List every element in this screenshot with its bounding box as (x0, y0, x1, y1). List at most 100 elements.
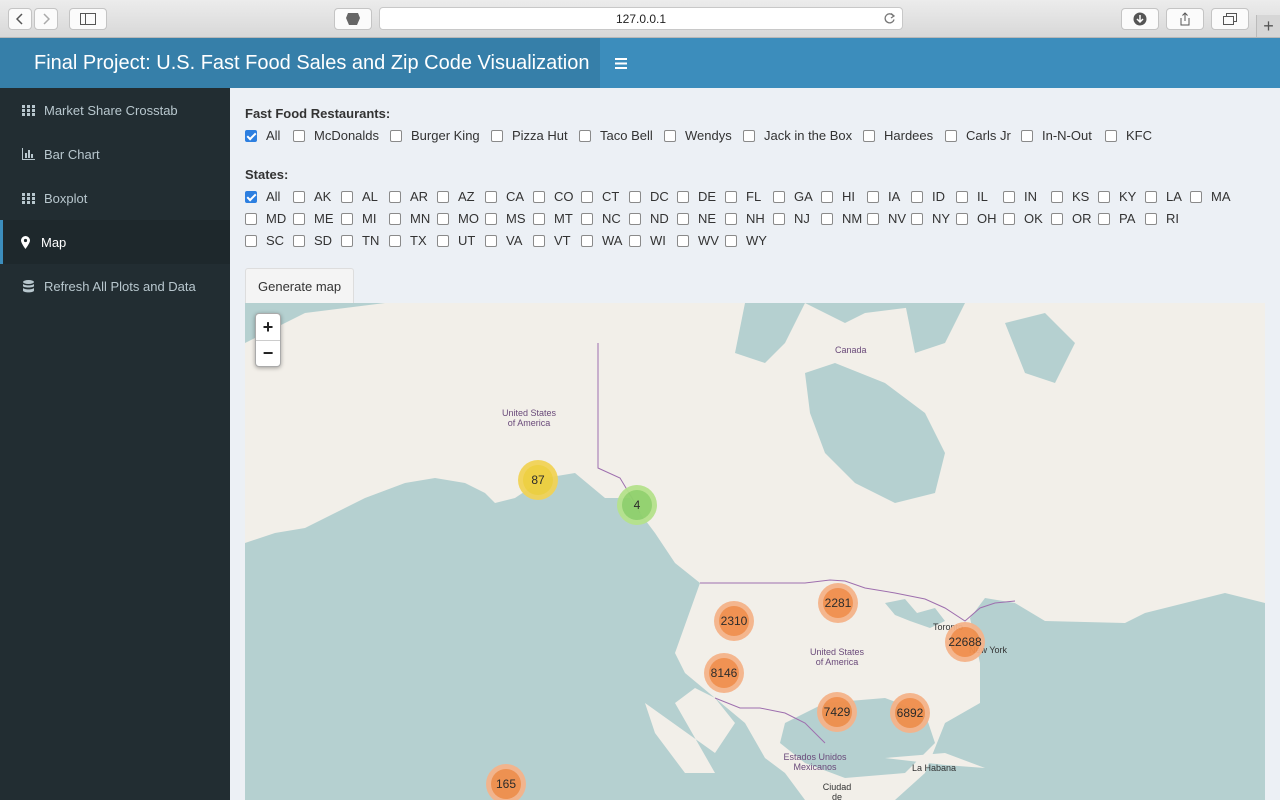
checkbox-jack-in-the-box[interactable]: Jack in the Box (743, 128, 852, 143)
checkbox-box[interactable] (773, 212, 785, 225)
checkbox-box[interactable] (389, 212, 401, 225)
checkbox-box[interactable] (437, 212, 449, 225)
checkbox-state-nj[interactable]: NJ (773, 211, 810, 226)
checkbox-box[interactable] (293, 212, 305, 225)
checkbox-in-n-out[interactable]: In-N-Out (1021, 128, 1092, 143)
checkbox-box[interactable] (245, 129, 257, 142)
checkbox-box[interactable] (485, 190, 497, 203)
map-cluster-marker[interactable]: 22688 (945, 622, 985, 662)
map[interactable]: + − Canada United States of America Unit… (245, 303, 1265, 800)
checkbox-box[interactable] (867, 212, 879, 225)
checkbox-box[interactable] (437, 234, 449, 247)
sidebar-item-market-share-crosstab[interactable]: Market Share Crosstab (0, 88, 230, 132)
checkbox-pizza-hut[interactable]: Pizza Hut (491, 128, 568, 143)
checkbox-state-ne[interactable]: NE (677, 211, 716, 226)
checkbox-state-dc[interactable]: DC (629, 189, 669, 204)
checkbox-box[interactable] (1051, 190, 1063, 203)
checkbox-box[interactable] (245, 212, 257, 225)
checkbox-state-az[interactable]: AZ (437, 189, 475, 204)
zoom-in-button[interactable]: + (256, 314, 280, 340)
checkbox-state-ks[interactable]: KS (1051, 189, 1089, 204)
checkbox-state-tn[interactable]: TN (341, 233, 379, 248)
checkbox-state-la[interactable]: LA (1145, 189, 1182, 204)
checkbox-state-nm[interactable]: NM (821, 211, 862, 226)
checkbox-state-ri[interactable]: RI (1145, 211, 1179, 226)
checkbox-state-ca[interactable]: CA (485, 189, 524, 204)
checkbox-box[interactable] (1145, 190, 1157, 203)
checkbox-box[interactable] (725, 190, 737, 203)
share-button[interactable] (1166, 8, 1204, 30)
checkbox-state-id[interactable]: ID (911, 189, 945, 204)
checkbox-state-hi[interactable]: HI (821, 189, 855, 204)
checkbox-state-wa[interactable]: WA (581, 233, 622, 248)
checkbox-box[interactable] (293, 234, 305, 247)
address-bar[interactable]: 127.0.0.1 (379, 7, 903, 30)
checkbox-state-nd[interactable]: ND (629, 211, 669, 226)
checkbox-state-me[interactable]: ME (293, 211, 334, 226)
checkbox-box[interactable] (389, 190, 401, 203)
sidebar-item-map[interactable]: Map (0, 220, 230, 264)
checkbox-box[interactable] (581, 212, 593, 225)
checkbox-box[interactable] (1145, 212, 1157, 225)
sidebar-toggle-button[interactable] (69, 8, 107, 30)
checkbox-state-ar[interactable]: AR (389, 189, 428, 204)
checkbox-state-wv[interactable]: WV (677, 233, 719, 248)
checkbox-state-mo[interactable]: MO (437, 211, 479, 226)
map-cluster-marker[interactable]: 87 (518, 460, 558, 500)
map-cluster-marker[interactable]: 4 (617, 485, 657, 525)
checkbox-state-ut[interactable]: UT (437, 233, 475, 248)
checkbox-box[interactable] (677, 190, 689, 203)
reload-icon[interactable] (883, 12, 896, 25)
checkbox-box[interactable] (389, 234, 401, 247)
sidebar-item-bar-chart[interactable]: Bar Chart (0, 132, 230, 176)
checkbox-state-wy[interactable]: WY (725, 233, 767, 248)
checkbox-state-ok[interactable]: OK (1003, 211, 1043, 226)
checkbox-state-sd[interactable]: SD (293, 233, 332, 248)
checkbox-state-mn[interactable]: MN (389, 211, 430, 226)
checkbox-box[interactable] (1021, 129, 1033, 142)
downloads-button[interactable] (1121, 8, 1159, 30)
checkbox-box[interactable] (956, 212, 968, 225)
checkbox-state-wi[interactable]: WI (629, 233, 666, 248)
checkbox-box[interactable] (911, 212, 923, 225)
checkbox-wendys[interactable]: Wendys (664, 128, 732, 143)
checkbox-mcdonalds[interactable]: McDonalds (293, 128, 379, 143)
checkbox-state-ia[interactable]: IA (867, 189, 900, 204)
checkbox-box[interactable] (677, 212, 689, 225)
checkbox-all-restaurants[interactable]: All (245, 128, 280, 143)
checkbox-state-fl[interactable]: FL (725, 189, 761, 204)
tabs-button[interactable] (1211, 8, 1249, 30)
checkbox-state-ms[interactable]: MS (485, 211, 526, 226)
back-button[interactable] (8, 8, 32, 30)
checkbox-hardees[interactable]: Hardees (863, 128, 933, 143)
map-cluster-marker[interactable]: 6892 (890, 693, 930, 733)
generate-map-button[interactable]: Generate map (245, 268, 355, 304)
checkbox-box[interactable] (743, 129, 755, 142)
sidebar-toggle[interactable] (600, 38, 642, 88)
checkbox-state-nh[interactable]: NH (725, 211, 765, 226)
checkbox-box[interactable] (533, 190, 545, 203)
checkbox-burger-king[interactable]: Burger King (390, 128, 480, 143)
checkbox-box[interactable] (341, 190, 353, 203)
checkbox-box[interactable] (867, 190, 879, 203)
checkbox-state-ny[interactable]: NY (911, 211, 950, 226)
checkbox-box[interactable] (1098, 190, 1110, 203)
checkbox-state-mi[interactable]: MI (341, 211, 376, 226)
checkbox-state-in[interactable]: IN (1003, 189, 1037, 204)
checkbox-box[interactable] (945, 129, 957, 142)
checkbox-state-al[interactable]: AL (341, 189, 378, 204)
checkbox-box[interactable] (677, 234, 689, 247)
checkbox-state-va[interactable]: VA (485, 233, 522, 248)
checkbox-state-ct[interactable]: CT (581, 189, 619, 204)
checkbox-box[interactable] (341, 234, 353, 247)
map-cluster-marker[interactable]: 8146 (704, 653, 744, 693)
map-cluster-marker[interactable]: 2310 (714, 601, 754, 641)
checkbox-box[interactable] (664, 129, 676, 142)
checkbox-box[interactable] (245, 234, 257, 247)
checkbox-state-ma[interactable]: MA (1190, 189, 1231, 204)
checkbox-state-tx[interactable]: TX (389, 233, 427, 248)
checkbox-box[interactable] (245, 190, 257, 203)
checkbox-box[interactable] (491, 129, 503, 142)
checkbox-state-or[interactable]: OR (1051, 211, 1092, 226)
extension-button[interactable] (334, 8, 372, 30)
